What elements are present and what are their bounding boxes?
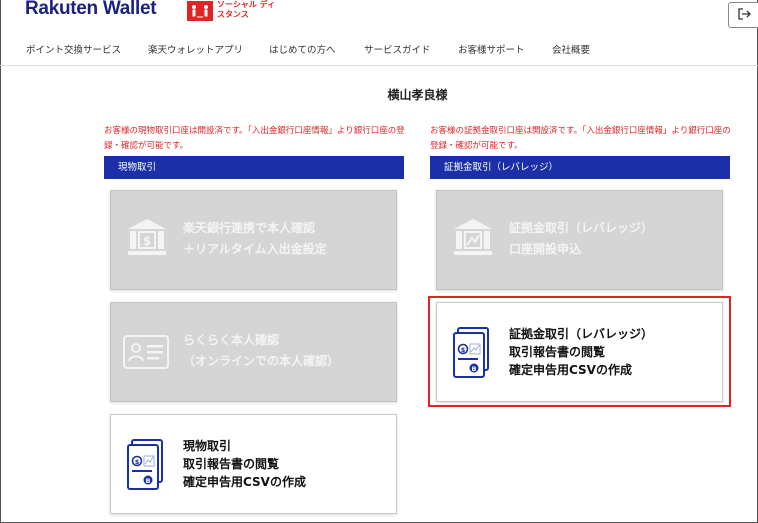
- nav-company[interactable]: 会社概要: [552, 42, 590, 56]
- margin-report-label-1: 証拠金取引（レバレッジ）: [509, 327, 654, 341]
- nav-wallet-app[interactable]: 楽天ウォレットアプリ: [148, 42, 243, 56]
- logout-button[interactable]: [728, 2, 758, 28]
- main-nav: ポイント交換サービス 楽天ウォレットアプリ はじめての方へ サービスガイド お客…: [0, 42, 758, 62]
- nav-support[interactable]: お客様サポート: [458, 42, 525, 56]
- spot-section-bar: 現物取引: [104, 156, 404, 179]
- spot-bank-link-label-2: ＋リアルタイム入出金設定: [183, 242, 327, 256]
- spot-report-label-3: 確定申告用CSVの作成: [183, 475, 306, 489]
- rakuten-wallet-logo[interactable]: Rakuten Wallet: [25, 0, 157, 20]
- spot-notice: お客様の現物取引口座は開設済です。「入出金銀行口座情報」より銀行口座の登録・確認…: [104, 126, 405, 151]
- logout-icon: [737, 7, 751, 25]
- document-icon: $ B: [126, 439, 164, 495]
- user-name: 横山孝良様: [387, 88, 448, 102]
- spot-report-card[interactable]: $ B 現物取引 取引報告書の閲覧 確定申告用CSVの作成: [110, 414, 397, 514]
- svg-text:B: B: [472, 365, 477, 373]
- margin-report-card[interactable]: $ B 証拠金取引（レバレッジ） 取引報告書の閲覧 確定申告用CSVの作成: [436, 302, 723, 402]
- spot-easy-id-label-1: らくらく本人確認: [183, 333, 280, 347]
- spot-easy-id-label-2: （オンラインでの本人確認）: [183, 354, 340, 368]
- social-distance-label: ソーシャル ディスタンス: [217, 0, 276, 19]
- svg-text:B: B: [146, 477, 151, 485]
- spot-report-label-1: 現物取引: [183, 439, 232, 453]
- social-distance-badge: ソーシャル ディスタンス: [187, 0, 277, 22]
- bank-icon: $: [126, 217, 168, 261]
- spot-report-label-2: 取引報告書の閲覧: [183, 457, 280, 471]
- svg-text:$: $: [461, 346, 466, 354]
- margin-report-label-3: 確定申告用CSVの作成: [509, 363, 632, 377]
- nav-divider: [0, 65, 758, 66]
- nav-point-exchange[interactable]: ポイント交換サービス: [26, 42, 121, 56]
- spot-bank-link-label-1: 楽天銀行連携で本人確認: [183, 221, 316, 235]
- svg-text:$: $: [143, 234, 151, 248]
- svg-text:$: $: [135, 458, 140, 466]
- nav-first-time[interactable]: はじめての方へ: [269, 42, 336, 56]
- margin-open-account-label-2: 口座開設申込: [509, 242, 582, 256]
- id-card-icon: [123, 335, 169, 373]
- header: Rakuten Wallet ソーシャル ディスタンス: [0, 0, 758, 34]
- document-icon: $ B: [452, 327, 490, 383]
- nav-service-guide[interactable]: サービスガイド: [364, 42, 431, 56]
- bank-icon: [452, 217, 494, 261]
- margin-open-account-card[interactable]: 証拠金取引（レバレッジ） 口座開設申込: [436, 190, 723, 290]
- margin-section-bar: 証拠金取引（レバレッジ）: [430, 156, 730, 179]
- margin-notice: お客様の証拠金取引口座は開設済です。「入出金銀行口座情報」より銀行口座の登録・確…: [430, 126, 731, 151]
- spot-easy-id-card[interactable]: らくらく本人確認 （オンラインでの本人確認）: [110, 302, 397, 402]
- spot-bank-link-card[interactable]: $ 楽天銀行連携で本人確認 ＋リアルタイム入出金設定: [110, 190, 397, 290]
- margin-report-label-2: 取引報告書の閲覧: [509, 345, 606, 359]
- social-distance-icon: [187, 1, 213, 21]
- margin-open-account-label-1: 証拠金取引（レバレッジ）: [509, 221, 654, 235]
